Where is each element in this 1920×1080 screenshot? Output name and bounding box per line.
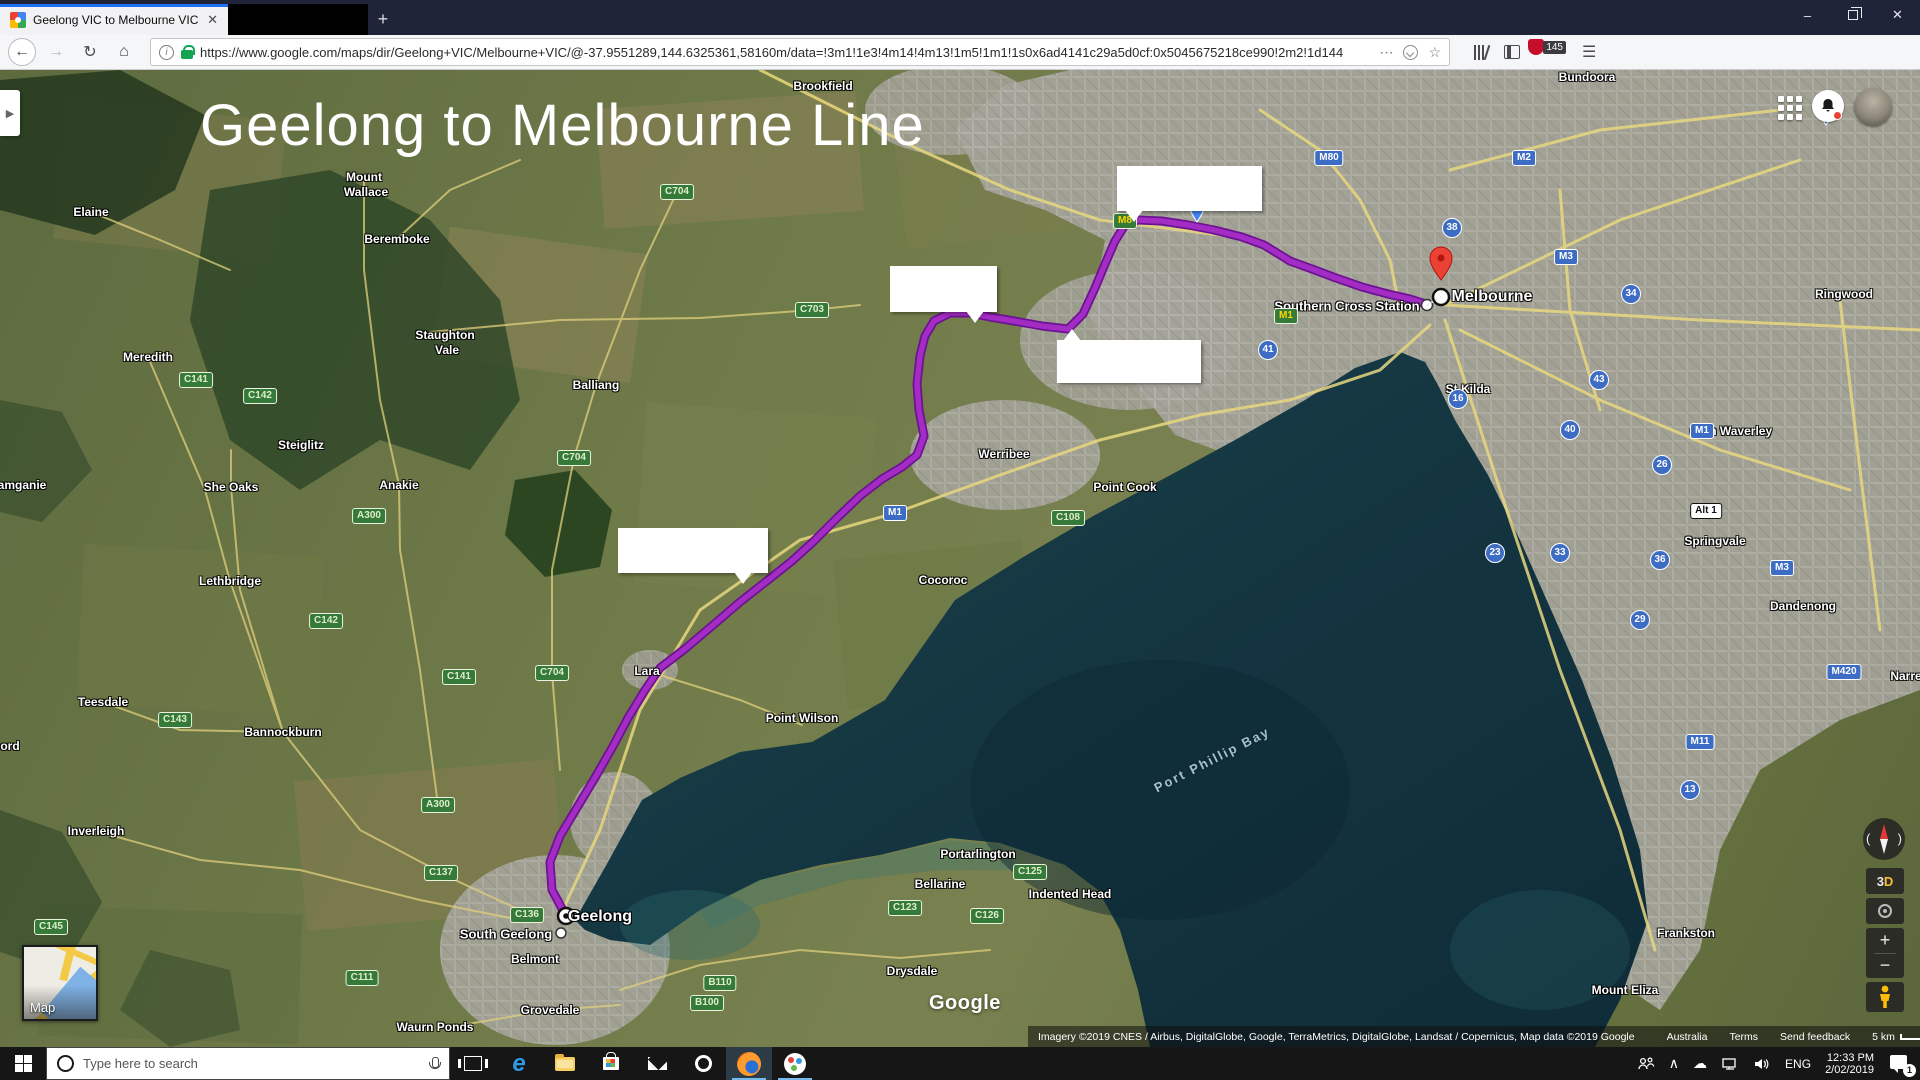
- circle-app-icon: [695, 1055, 712, 1072]
- library-icon[interactable]: [1474, 44, 1488, 60]
- tab-title: Geelong VIC to Melbourne VIC: [33, 13, 201, 27]
- volume-icon[interactable]: [1753, 1057, 1771, 1071]
- map-canvas[interactable]: Geelong to Melbourne Line BrookfieldMoun…: [0, 70, 1920, 1047]
- paint-icon: [784, 1053, 806, 1075]
- browser-tab-background[interactable]: [228, 4, 368, 35]
- inset-map-label: Map: [30, 1000, 55, 1015]
- taskbar-clock[interactable]: 12:33 PM 2/02/2019: [1825, 1052, 1874, 1076]
- compass-needle-south: [1880, 839, 1888, 854]
- blue-pin-dot[interactable]: [1195, 205, 1199, 209]
- attribution-region: Australia: [1667, 1031, 1708, 1043]
- https-lock-icon: [181, 50, 193, 59]
- scale-line: [1900, 1034, 1920, 1040]
- onedrive-cloud-icon[interactable]: ☁: [1693, 1055, 1707, 1072]
- microphone-icon[interactable]: [429, 1057, 439, 1071]
- people-icon[interactable]: [1637, 1057, 1655, 1071]
- restore-button[interactable]: [1830, 0, 1875, 30]
- imagery-attribution: Imagery ©2019 CNES / Airbus, DigitalGlob…: [1038, 1031, 1635, 1043]
- window-controls: – ✕: [1785, 0, 1920, 30]
- taskbar-edge-button[interactable]: e: [496, 1047, 542, 1080]
- compass-needle-north: [1880, 824, 1888, 839]
- my-location-button[interactable]: [1866, 898, 1904, 924]
- time-text: 12:33 PM: [1825, 1052, 1874, 1064]
- pocket-icon[interactable]: [1403, 45, 1418, 60]
- minimize-button[interactable]: –: [1785, 0, 1830, 30]
- forward-button[interactable]: →: [42, 38, 70, 66]
- zoom-in-button[interactable]: +: [1880, 929, 1891, 953]
- adblock-shield: [1528, 39, 1544, 55]
- origin-marker-dot[interactable]: [563, 913, 569, 919]
- menu-icon[interactable]: ☰: [1582, 42, 1596, 62]
- new-tab-button[interactable]: +: [368, 4, 398, 35]
- scale-text: 5 km: [1872, 1031, 1895, 1043]
- home-button[interactable]: ⌂: [110, 38, 138, 66]
- mail-icon: [648, 1057, 667, 1070]
- taskbar-circle-app-button[interactable]: [680, 1047, 726, 1080]
- windows-logo-icon: [15, 1055, 32, 1072]
- map-scalebar: 5 km: [1872, 1031, 1920, 1043]
- notifications-bell-icon[interactable]: [1812, 90, 1844, 122]
- google-maps-favicon: [10, 12, 26, 28]
- notification-badge-dot: [1833, 111, 1842, 120]
- 3d-toggle-button[interactable]: 3D: [1866, 868, 1904, 894]
- language-indicator[interactable]: ENG: [1785, 1057, 1811, 1071]
- file-explorer-icon: [555, 1057, 575, 1071]
- tab-close-icon[interactable]: ✕: [207, 12, 218, 28]
- taskbar-search-input[interactable]: Type here to search: [46, 1047, 450, 1080]
- tray-chevron-icon[interactable]: ∧: [1669, 1055, 1679, 1072]
- close-button[interactable]: ✕: [1875, 0, 1920, 30]
- window-titlebar: Geelong VIC to Melbourne VIC ✕ + – ✕: [0, 0, 1920, 35]
- action-center-badge: 1: [1903, 1064, 1916, 1077]
- url-bar[interactable]: i https://www.google.com/maps/dir/Geelon…: [150, 38, 1450, 66]
- side-panel-expand-button[interactable]: ▶: [0, 90, 20, 136]
- edge-icon: e: [512, 1053, 525, 1075]
- date-text: 2/02/2019: [1825, 1064, 1874, 1076]
- system-tray: ∧ ☁ ENG 12:33 PM 2/02/2019 1: [1637, 1047, 1920, 1080]
- taskbar-explorer-button[interactable]: [542, 1047, 588, 1080]
- taskbar-paint-button[interactable]: [772, 1047, 818, 1080]
- zoom-control: + −: [1866, 928, 1904, 978]
- target-icon: [1878, 904, 1892, 918]
- active-tab-accent: [0, 4, 228, 7]
- compass-control[interactable]: (): [1863, 818, 1905, 860]
- google-apps-grid-icon[interactable]: [1778, 96, 1802, 120]
- back-button[interactable]: ←: [8, 38, 36, 66]
- taskbar-mail-button[interactable]: [634, 1047, 680, 1080]
- page-title: Geelong to Melbourne Line: [200, 92, 925, 159]
- map-base-art: [0, 70, 1920, 1047]
- search-placeholder: Type here to search: [83, 1056, 420, 1071]
- google-logo: Google: [929, 992, 1001, 1015]
- adblock-icon[interactable]: 145: [1536, 41, 1566, 63]
- zoom-out-button[interactable]: −: [1880, 954, 1891, 978]
- url-text[interactable]: https://www.google.com/maps/dir/Geelong+…: [200, 45, 1372, 60]
- browser-tab-active[interactable]: Geelong VIC to Melbourne VIC ✕: [0, 4, 228, 35]
- reload-button[interactable]: ↻: [76, 38, 104, 66]
- taskbar-firefox-button[interactable]: [726, 1047, 772, 1080]
- pegman-button[interactable]: [1866, 982, 1904, 1012]
- page-actions-icon[interactable]: ⋯: [1379, 44, 1393, 61]
- firefox-icon: [737, 1052, 761, 1076]
- task-view-button[interactable]: [450, 1047, 496, 1080]
- send-feedback-link[interactable]: Send feedback: [1780, 1031, 1850, 1043]
- action-center-button[interactable]: 1: [1888, 1054, 1912, 1074]
- station-dot-south-geelong[interactable]: [556, 928, 566, 938]
- taskbar-store-button[interactable]: [588, 1047, 634, 1080]
- start-button[interactable]: [0, 1047, 46, 1080]
- task-view-icon: [464, 1056, 482, 1071]
- network-icon[interactable]: [1721, 1057, 1739, 1071]
- bookmark-star-icon[interactable]: ☆: [1428, 44, 1441, 61]
- sidebar-icon[interactable]: [1504, 45, 1520, 59]
- adblock-count-badge: 145: [1543, 41, 1566, 54]
- terms-link[interactable]: Terms: [1729, 1031, 1758, 1043]
- map-type-inset[interactable]: Map: [22, 945, 98, 1021]
- page-info-icon[interactable]: i: [159, 45, 174, 60]
- account-avatar[interactable]: [1854, 88, 1892, 126]
- cortana-icon: [57, 1055, 74, 1072]
- attribution-bar: Imagery ©2019 CNES / Airbus, DigitalGlob…: [1028, 1026, 1920, 1047]
- red-pin-center[interactable]: [1438, 255, 1445, 262]
- microsoft-store-icon: [603, 1057, 619, 1070]
- windows-taskbar: Type here to search e ∧ ☁ ENG 12:33 PM 2…: [0, 1047, 1920, 1080]
- browser-toolbar: ← → ↻ ⌂ i https://www.google.com/maps/di…: [0, 35, 1920, 70]
